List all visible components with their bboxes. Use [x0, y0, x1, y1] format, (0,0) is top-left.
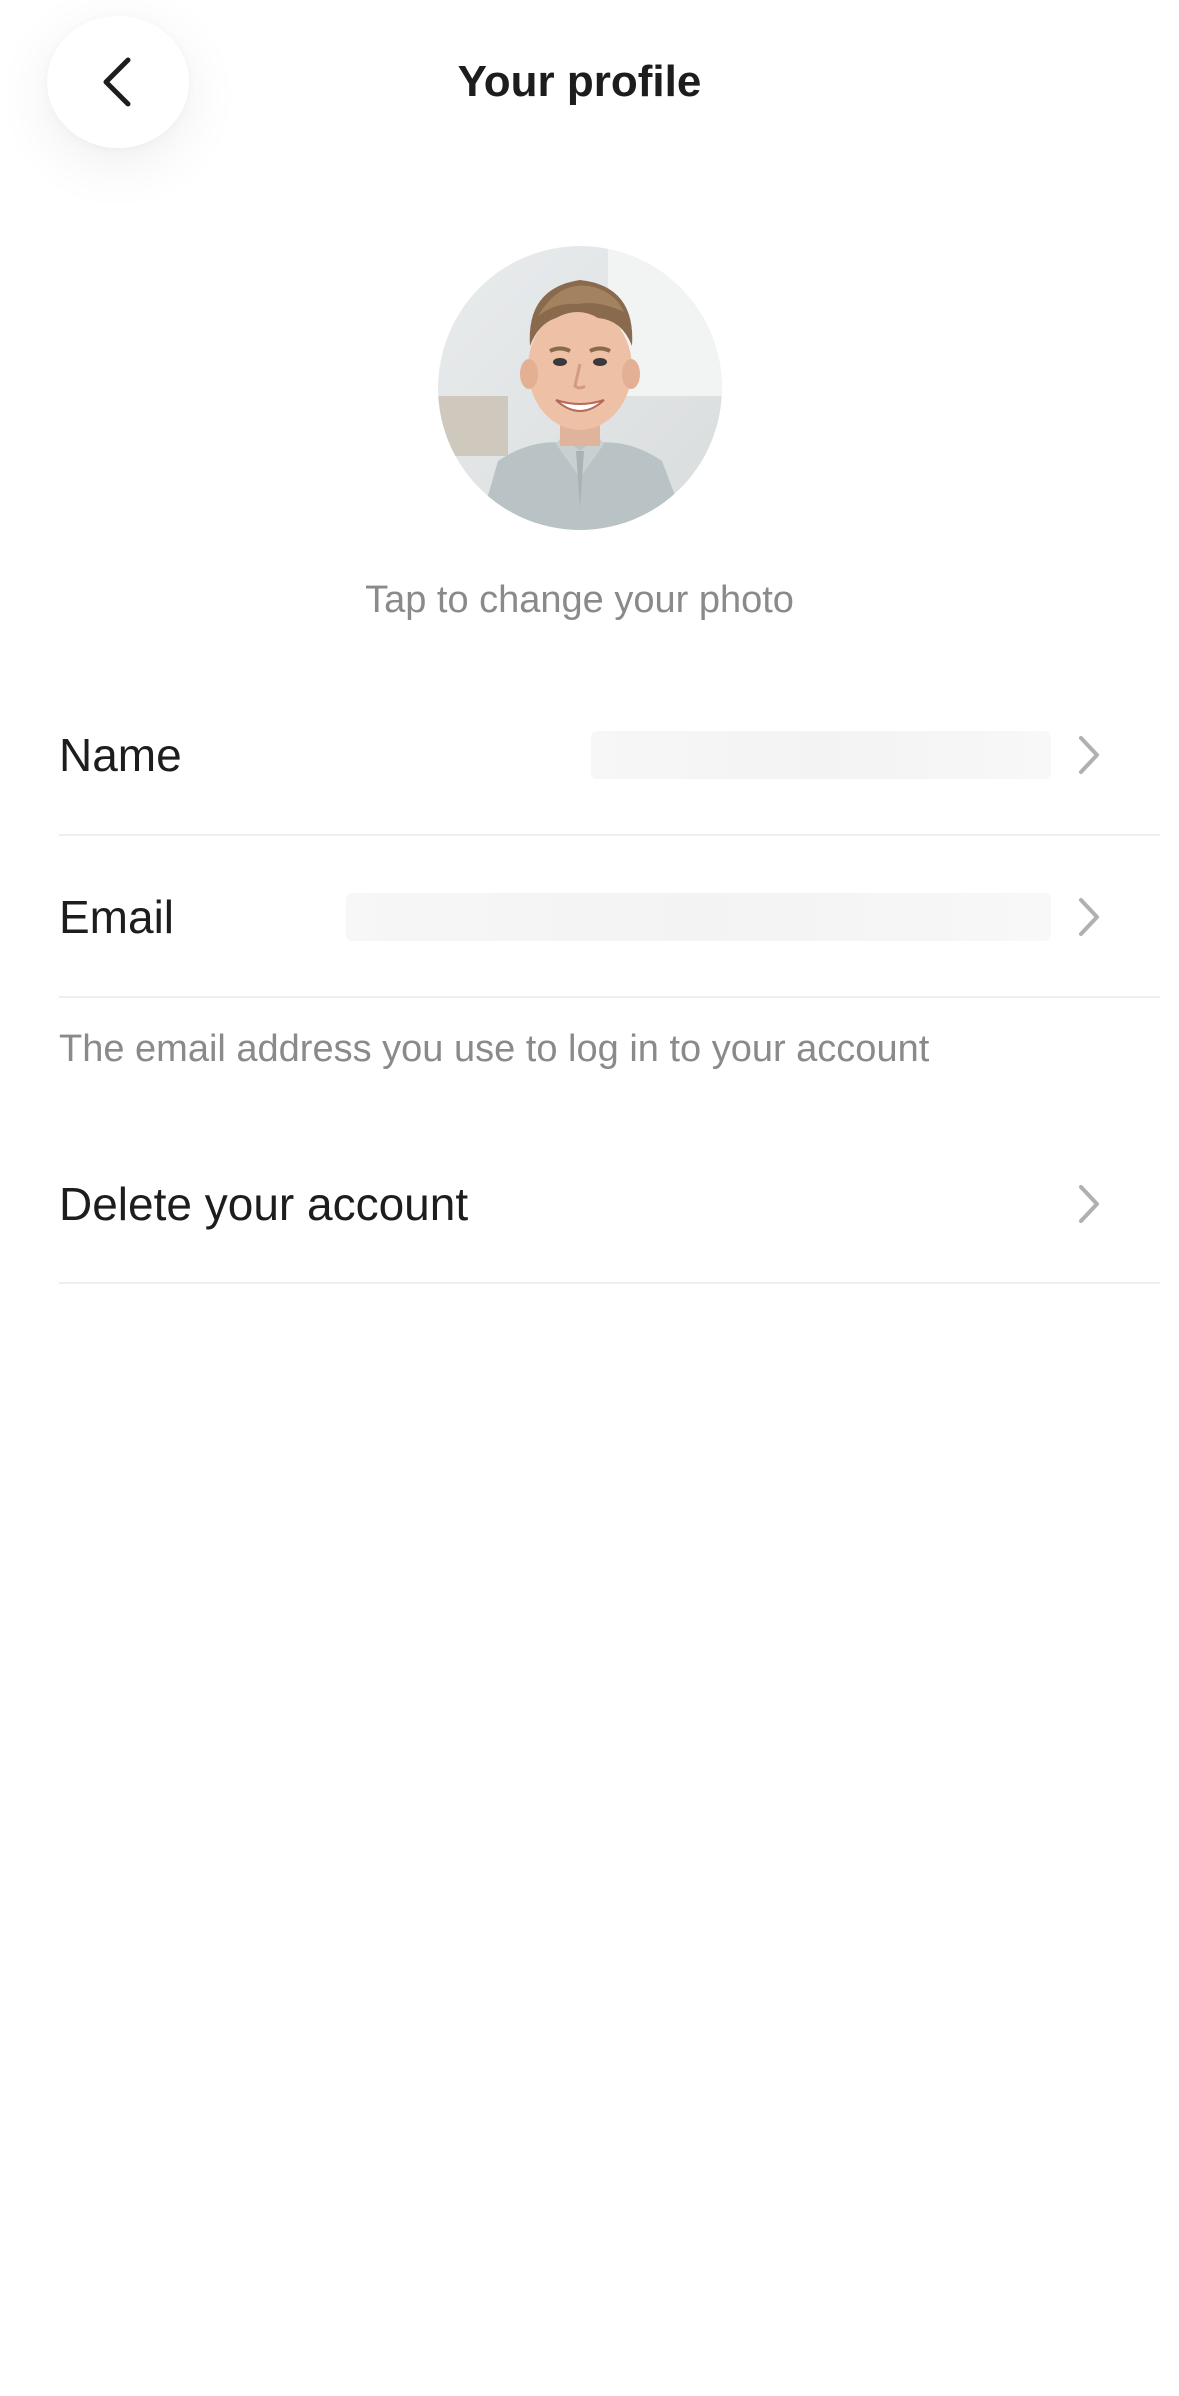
chevron-right-icon	[1075, 1183, 1103, 1225]
page-title: Your profile	[457, 57, 702, 106]
delete-account-row[interactable]: Delete your account	[59, 1120, 1160, 1284]
chevron-right-icon	[1075, 734, 1103, 776]
email-label: Email	[59, 891, 175, 943]
email-helper-text: The email address you use to log in to y…	[59, 1028, 930, 1070]
email-row[interactable]: Email	[59, 834, 1160, 998]
change-photo-caption[interactable]: Tap to change your photo	[0, 577, 1159, 623]
chevron-right-icon	[1075, 896, 1103, 938]
name-row[interactable]: Name	[59, 672, 1160, 836]
profile-photo	[438, 246, 722, 530]
avatar[interactable]	[438, 246, 722, 530]
header: Your profile	[0, 0, 1179, 170]
name-value	[591, 731, 1051, 779]
email-value	[346, 893, 1051, 941]
delete-account-label: Delete your account	[59, 1178, 469, 1230]
name-label: Name	[59, 729, 182, 781]
